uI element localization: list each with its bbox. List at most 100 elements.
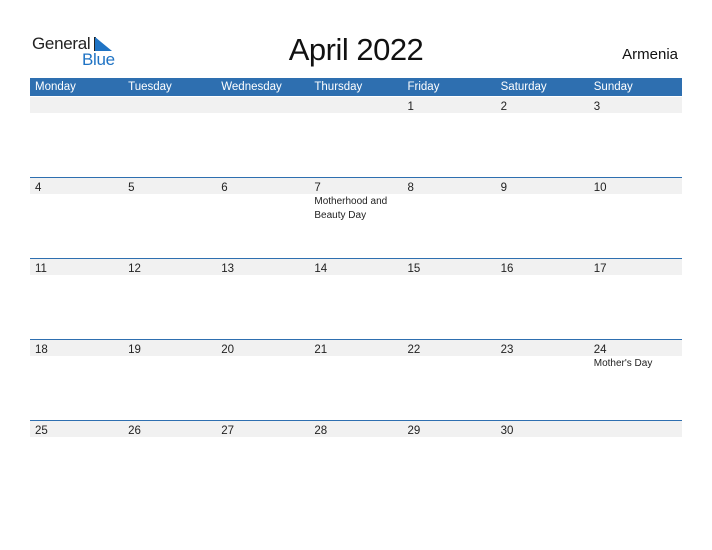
holiday-label [216,275,309,276]
day-number: 16 [500,263,514,275]
holiday-label [216,356,309,371]
holiday-label [123,275,216,276]
day-cell: 18 [30,340,123,356]
day-number: 27 [221,425,235,437]
holiday-label [403,437,496,438]
day-cell: 25 [30,421,123,437]
holiday-label [589,194,682,222]
holiday-label [589,113,682,114]
day-cell [309,97,402,113]
day-cell: 2 [496,97,589,113]
day-cell [216,97,309,113]
date-strip: 18 19 20 21 22 23 24 [30,340,682,356]
day-cell: 17 [589,259,682,275]
day-cell: 5 [123,178,216,194]
calendar-title: April 2022 [288,32,424,67]
holiday-label [30,113,123,114]
week-row: 18 19 20 21 22 23 24 Mother's Day [30,339,682,421]
day-cell: 27 [216,421,309,437]
day-number: 23 [500,344,514,356]
day-number: 24 [593,344,607,356]
day-number: 13 [221,263,235,275]
holiday-label [123,113,216,114]
holiday-label [403,113,496,114]
day-cell: 13 [216,259,309,275]
holiday-label [123,356,216,371]
week-row: 25 26 27 28 29 30 [30,420,682,502]
week-row: 4 5 6 7 8 9 10 Motherhood and Beauty Day [30,177,682,259]
day-number: 18 [35,344,48,356]
holiday-label [496,437,589,438]
holiday-label [309,356,402,371]
events-row: Motherhood and Beauty Day [30,194,682,222]
day-number: 22 [407,344,421,356]
weekday-thursday: Thursday [314,81,363,93]
holiday-label [216,437,309,438]
day-cell: 10 [589,178,682,194]
day-cell: 21 [309,340,402,356]
events-row: Mother's Day [30,356,682,371]
holiday-label [496,194,589,222]
day-number: 11 [35,263,47,275]
day-cell: 22 [403,340,496,356]
day-cell: 7 [309,178,402,194]
day-number: 12 [128,263,141,275]
day-cell: 9 [496,178,589,194]
date-strip: 11 12 13 14 15 16 17 [30,259,682,275]
holiday-label [309,437,402,438]
holiday-label [30,194,123,222]
day-cell: 29 [403,421,496,437]
events-row [30,113,682,114]
day-number: 7 [314,182,321,194]
day-number: 15 [407,263,421,275]
holiday-label [403,275,496,276]
holiday-label: Motherhood and Beauty Day [314,196,388,221]
date-strip: 1 2 3 [30,97,682,113]
day-cell: 26 [123,421,216,437]
day-number: 21 [314,344,328,356]
day-cell: 3 [589,97,682,113]
date-strip: 4 5 6 7 8 9 10 [30,178,682,194]
holiday-label [496,356,589,371]
holiday-label [589,275,682,276]
day-cell: 16 [496,259,589,275]
events-row [30,437,682,438]
day-cell: 15 [403,259,496,275]
day-cell [589,421,682,437]
day-number: 6 [221,182,228,194]
date-strip: 25 26 27 28 29 30 [30,421,682,437]
holiday-label: Mother's Day [593,358,653,369]
day-number: 25 [35,425,48,437]
week-row: 11 12 13 14 15 16 17 [30,258,682,340]
holiday-label [309,113,402,114]
calendar-grid: Monday Tuesday Wednesday Thursday Friday… [30,78,682,437]
day-number: 17 [593,263,607,275]
day-number: 8 [407,182,414,194]
day-number: 30 [500,425,514,437]
day-cell: 1 [403,97,496,113]
holiday-label [309,275,402,276]
day-cell: 11 [30,259,123,275]
day-number: 26 [128,425,141,437]
day-cell: 23 [496,340,589,356]
holiday-label [123,194,216,222]
day-cell: 30 [496,421,589,437]
weekday-header: Monday Tuesday Wednesday Thursday Friday… [30,78,682,96]
country-label: Armenia [622,46,678,63]
day-cell: 19 [123,340,216,356]
holiday-label [403,356,496,371]
holiday-label [216,194,309,222]
day-cell [30,97,123,113]
day-cell: 14 [309,259,402,275]
holiday-label [216,113,309,114]
day-cell: 8 [403,178,496,194]
day-number: 20 [221,344,235,356]
day-number: 10 [593,182,607,194]
weekday-tuesday: Tuesday [128,81,172,93]
day-number: 2 [500,101,508,113]
day-number: 28 [314,425,328,437]
day-cell: 24 [589,340,682,356]
day-number: 5 [128,182,135,194]
day-cell: 28 [309,421,402,437]
holiday-label [30,437,123,438]
